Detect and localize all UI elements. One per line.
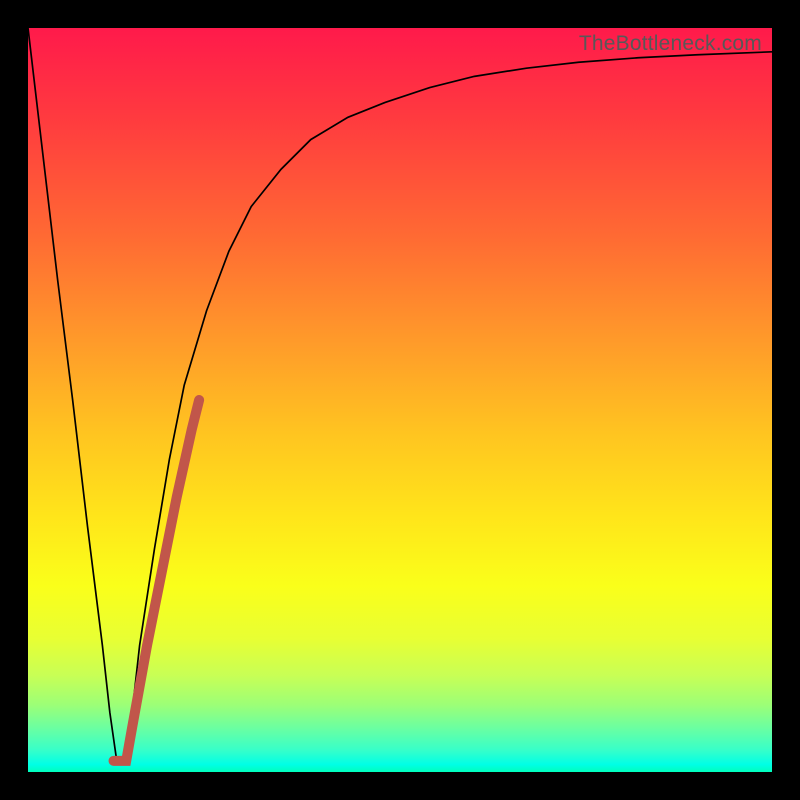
bottleneck-curve: [28, 28, 772, 765]
curve-layer: [28, 28, 772, 772]
fit-segment: [114, 400, 200, 761]
watermark-text: TheBottleneck.com: [579, 32, 762, 56]
plot-area: TheBottleneck.com: [28, 28, 772, 772]
chart-frame: TheBottleneck.com: [0, 0, 800, 800]
